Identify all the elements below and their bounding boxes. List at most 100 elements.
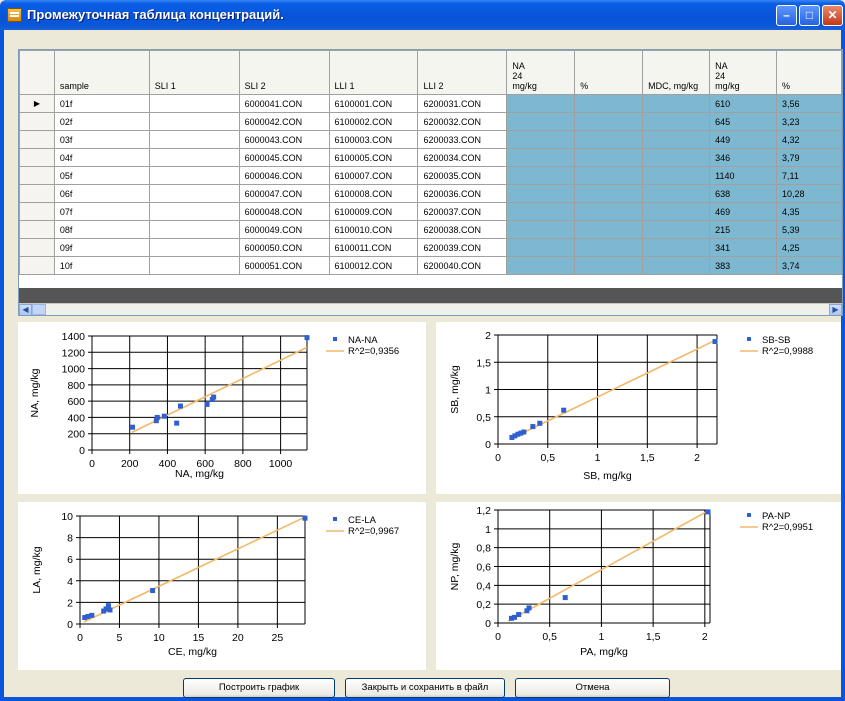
- table-cell[interactable]: [574, 166, 644, 185]
- table-cell[interactable]: [148, 220, 240, 239]
- table-cell[interactable]: [506, 256, 576, 275]
- table-cell[interactable]: 6200037.CON: [417, 202, 508, 221]
- table-cell[interactable]: [506, 130, 576, 149]
- column-header[interactable]: MDC, mg/kg: [642, 50, 711, 95]
- column-header[interactable]: SLI 2: [238, 50, 330, 95]
- table-cell[interactable]: 638: [709, 184, 778, 203]
- table-row[interactable]: 04f 6000045.CON 6100005.CON 6200034.CON 346 3…: [19, 148, 842, 167]
- table-cell[interactable]: 03f: [53, 130, 150, 149]
- table-cell[interactable]: [506, 166, 576, 185]
- table-cell[interactable]: 6200033.CON: [417, 130, 508, 149]
- table-cell[interactable]: 3,74: [776, 256, 842, 275]
- table-cell[interactable]: 6000045.CON: [238, 148, 330, 167]
- table-cell[interactable]: 10,28: [776, 184, 842, 203]
- table-cell[interactable]: 341: [709, 238, 778, 257]
- column-header[interactable]: LLI 2: [417, 50, 508, 95]
- table-cell[interactable]: [574, 220, 644, 239]
- table-cell[interactable]: [506, 94, 576, 113]
- column-header[interactable]: LLI 1: [328, 50, 419, 95]
- table-cell[interactable]: [148, 256, 240, 275]
- table-cell[interactable]: 6000042.CON: [238, 112, 330, 131]
- table-cell[interactable]: [574, 94, 644, 113]
- row-header[interactable]: [19, 148, 55, 167]
- table-cell[interactable]: 6000049.CON: [238, 220, 330, 239]
- table-cell[interactable]: 1140: [709, 166, 778, 185]
- row-header[interactable]: ▶: [19, 94, 55, 113]
- column-header[interactable]: NA 24 mg/kg: [506, 50, 576, 95]
- table-cell[interactable]: 6100001.CON: [328, 94, 419, 113]
- column-header[interactable]: SLI 1: [148, 50, 240, 95]
- table-cell[interactable]: 5,39: [776, 220, 842, 239]
- table-cell[interactable]: 469: [709, 202, 778, 221]
- row-header[interactable]: [19, 166, 55, 185]
- column-header[interactable]: NA 24 mg/kg: [709, 50, 778, 95]
- table-cell[interactable]: [148, 166, 240, 185]
- table-cell[interactable]: [148, 202, 240, 221]
- table-cell[interactable]: 6200036.CON: [417, 184, 508, 203]
- table-cell[interactable]: 6100003.CON: [328, 130, 419, 149]
- table-cell[interactable]: [574, 256, 644, 275]
- table-row[interactable]: 02f 6000042.CON 6100002.CON 6200032.CON 645 3…: [19, 112, 842, 131]
- table-cell[interactable]: 6100009.CON: [328, 202, 419, 221]
- table-row[interactable]: 10f 6000051.CON 6100012.CON 6200040.CON 383 3…: [19, 256, 842, 275]
- table-cell[interactable]: 6000046.CON: [238, 166, 330, 185]
- table-cell[interactable]: [574, 184, 644, 203]
- table-cell[interactable]: [642, 238, 711, 257]
- table-row[interactable]: 07f 6000048.CON 6100009.CON 6200037.CON 469 4…: [19, 202, 842, 221]
- table-cell[interactable]: 6100011.CON: [328, 238, 419, 257]
- build-chart-button[interactable]: Построить график: [183, 678, 335, 698]
- table-cell[interactable]: 6000050.CON: [238, 238, 330, 257]
- table-cell[interactable]: 383: [709, 256, 778, 275]
- scroll-left-icon[interactable]: ◀: [19, 304, 32, 315]
- table-row[interactable]: ▶ 01f 6000041.CON 6100001.CON 6200031.CON 610…: [19, 94, 842, 113]
- table-cell[interactable]: [148, 94, 240, 113]
- table-cell[interactable]: [642, 112, 711, 131]
- table-cell[interactable]: 6100010.CON: [328, 220, 419, 239]
- row-header[interactable]: [19, 184, 55, 203]
- table-cell[interactable]: 645: [709, 112, 778, 131]
- table-cell[interactable]: [642, 256, 711, 275]
- table-cell[interactable]: 06f: [53, 184, 150, 203]
- table-cell[interactable]: [574, 148, 644, 167]
- table-cell[interactable]: [148, 184, 240, 203]
- table-cell[interactable]: 4,32: [776, 130, 842, 149]
- cancel-button[interactable]: Отмена: [515, 678, 670, 698]
- row-header[interactable]: [19, 256, 55, 275]
- close-and-save-button[interactable]: Закрыть и сохранить в файл: [345, 678, 505, 698]
- table-cell[interactable]: [506, 112, 576, 131]
- table-cell[interactable]: 6100008.CON: [328, 184, 419, 203]
- column-header[interactable]: %: [776, 50, 842, 95]
- row-header[interactable]: [19, 220, 55, 239]
- table-cell[interactable]: [574, 202, 644, 221]
- table-cell[interactable]: 215: [709, 220, 778, 239]
- table-cell[interactable]: [148, 238, 240, 257]
- table-cell[interactable]: [506, 220, 576, 239]
- table-cell[interactable]: 6000048.CON: [238, 202, 330, 221]
- table-cell[interactable]: 6100007.CON: [328, 166, 419, 185]
- table-row[interactable]: 06f 6000047.CON 6100008.CON 6200036.CON 638 1…: [19, 184, 842, 203]
- table-cell[interactable]: [506, 148, 576, 167]
- table-row[interactable]: 08f 6000049.CON 6100010.CON 6200038.CON 215 5…: [19, 220, 842, 239]
- table-cell[interactable]: 6100012.CON: [328, 256, 419, 275]
- table-cell[interactable]: 449: [709, 130, 778, 149]
- table-cell[interactable]: [506, 202, 576, 221]
- table-cell[interactable]: 6200039.CON: [417, 238, 508, 257]
- row-header[interactable]: [19, 130, 55, 149]
- table-cell[interactable]: 08f: [53, 220, 150, 239]
- table-cell[interactable]: [506, 184, 576, 203]
- table-cell[interactable]: [574, 238, 644, 257]
- table-cell[interactable]: 346: [709, 148, 778, 167]
- table-row[interactable]: 03f 6000043.CON 6100003.CON 6200033.CON 449 4…: [19, 130, 842, 149]
- table-cell[interactable]: 3,23: [776, 112, 842, 131]
- table-row[interactable]: 05f 6000046.CON 6100007.CON 6200035.CON 1140…: [19, 166, 842, 185]
- row-header[interactable]: [19, 202, 55, 221]
- table-cell[interactable]: 3,56: [776, 94, 842, 113]
- table-cell[interactable]: 07f: [53, 202, 150, 221]
- table-cell[interactable]: 4,35: [776, 202, 842, 221]
- table-cell[interactable]: [642, 184, 711, 203]
- table-cell[interactable]: 6100005.CON: [328, 148, 419, 167]
- table-cell[interactable]: [642, 94, 711, 113]
- table-cell[interactable]: 05f: [53, 166, 150, 185]
- table-cell[interactable]: 7,11: [776, 166, 842, 185]
- table-cell[interactable]: [642, 130, 711, 149]
